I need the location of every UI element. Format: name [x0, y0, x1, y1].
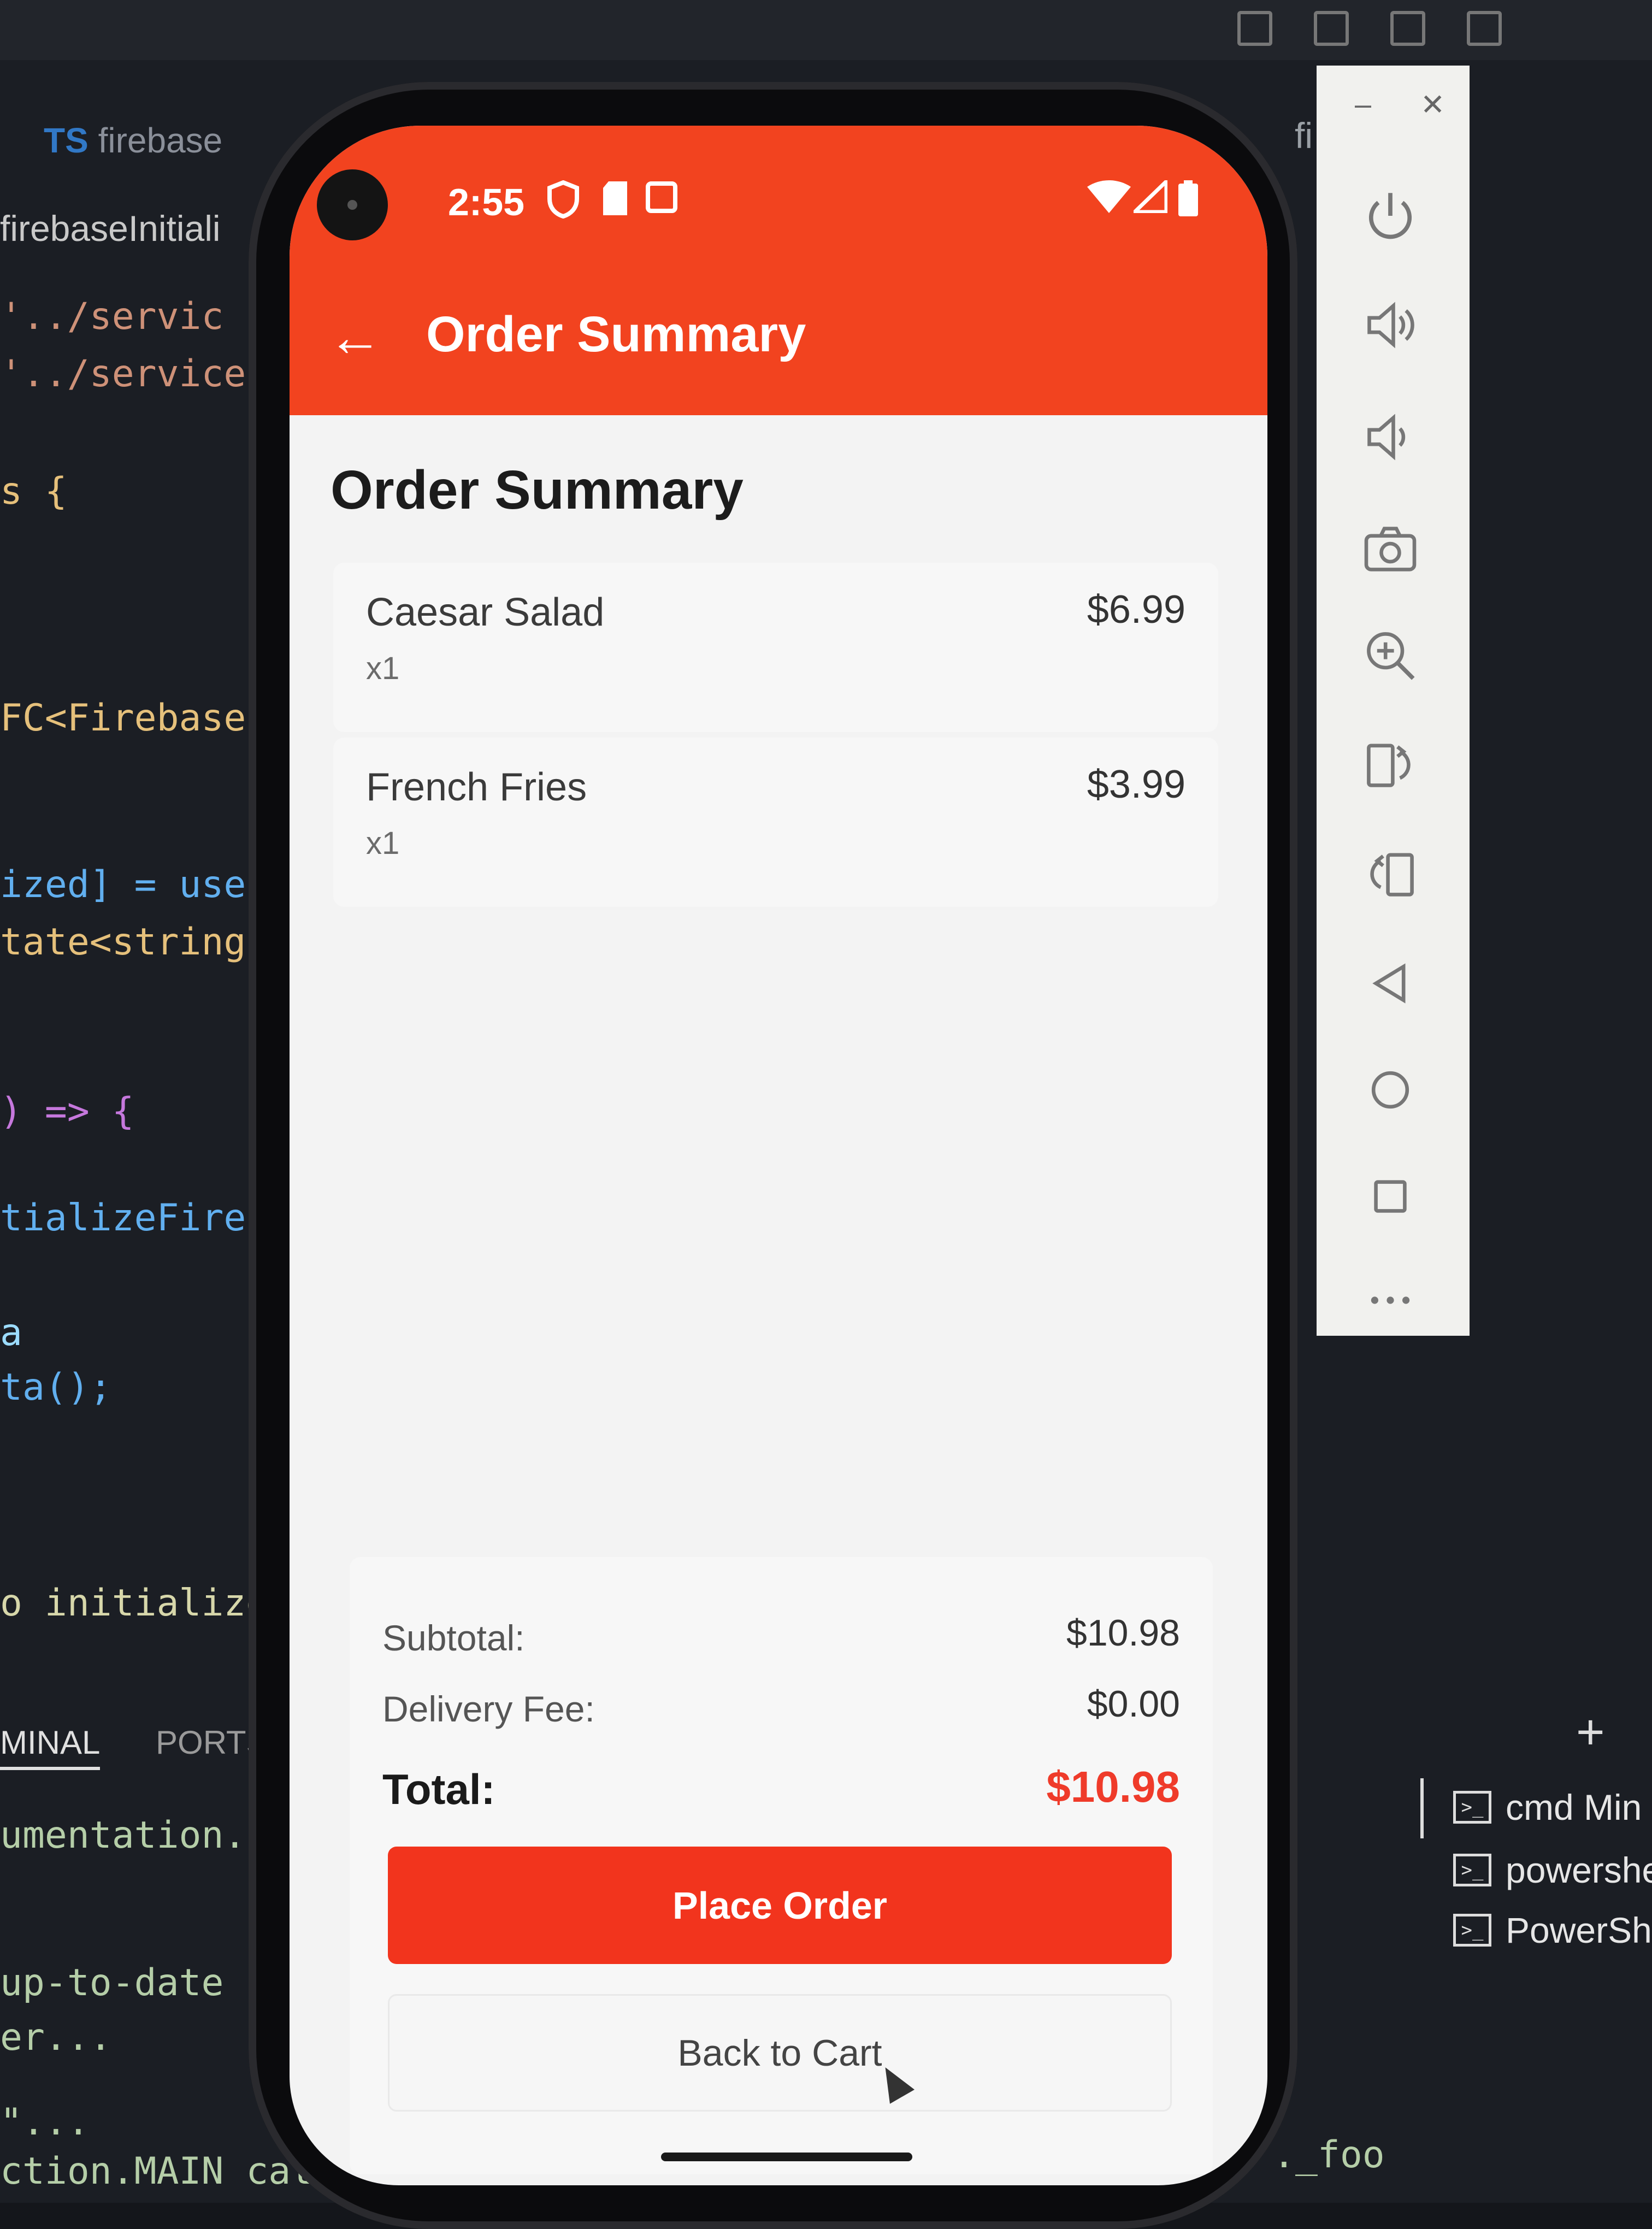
terminal-line: ction.MAIN cat: [0, 2150, 314, 2193]
item-price: $6.99: [1087, 588, 1185, 632]
minimize-icon[interactable]: –: [1355, 87, 1371, 121]
close-icon[interactable]: ✕: [1420, 87, 1445, 122]
new-terminal-icon[interactable]: +: [1576, 1705, 1605, 1761]
layout-icon[interactable]: [1237, 11, 1272, 46]
delivery-fee-label: Delivery Fee:: [382, 1689, 595, 1729]
toggle-panel-icon[interactable]: [1390, 11, 1425, 46]
home-icon[interactable]: [1349, 1060, 1431, 1120]
sd-card-icon: [601, 180, 629, 225]
back-to-cart-button[interactable]: Back to Cart: [388, 1994, 1172, 2112]
code-line: tializeFires: [0, 1196, 269, 1240]
editor-fragment: fi: [1295, 115, 1313, 156]
rotate-left-icon[interactable]: [1349, 844, 1431, 904]
toggle-sidebar-icon[interactable]: [1314, 11, 1349, 46]
terminal-icon: >_: [1453, 1854, 1491, 1886]
place-order-button[interactable]: Place Order: [388, 1847, 1172, 1964]
rotate-right-icon[interactable]: [1349, 735, 1431, 795]
terminal-line: ._foo: [1273, 2133, 1385, 2177]
item-price: $3.99: [1087, 763, 1185, 806]
screen-icon: [645, 180, 678, 222]
terminal-list-item[interactable]: >_ powershe: [1453, 1849, 1652, 1891]
order-totals-card: Subtotal: $10.98 Delivery Fee: $0.00 Tot…: [350, 1557, 1213, 2174]
back-arrow-icon[interactable]: ←: [328, 306, 382, 369]
toggle-secondary-sidebar-icon[interactable]: [1467, 11, 1502, 46]
delivery-fee-value: $0.00: [1087, 1683, 1180, 1725]
code-line: ta();: [0, 1366, 112, 1409]
power-icon[interactable]: [1349, 186, 1431, 246]
home-indicator[interactable]: [661, 2153, 912, 2161]
overview-icon[interactable]: [1349, 1166, 1431, 1226]
terminal-line: er...: [0, 2016, 112, 2059]
battery-icon: [1177, 180, 1199, 225]
cell-signal-icon: [1130, 176, 1169, 221]
terminal-icon: >_: [1453, 1914, 1491, 1947]
volume-up-icon[interactable]: [1349, 295, 1431, 355]
subtotal-value: $10.98: [1066, 1612, 1180, 1654]
subtotal-label: Subtotal:: [382, 1618, 525, 1658]
status-time: 2:55: [448, 181, 525, 223]
item-name: Caesar Salad: [366, 591, 605, 634]
editor-tab[interactable]: TS firebase: [44, 120, 222, 161]
item-quantity: x1: [366, 825, 400, 861]
tab-terminal[interactable]: MINAL: [0, 1724, 101, 1770]
order-item: Caesar Salad x1 $6.99: [333, 563, 1218, 732]
terminal-line: umentation.: [0, 1814, 246, 1857]
vscode-title-bar: [0, 0, 1652, 60]
code-line: tate<string: [0, 921, 246, 964]
app-bar: 2:55 ← Order Summary: [290, 126, 1267, 415]
terminal-list-item[interactable]: >_ cmd Min: [1453, 1786, 1642, 1828]
page-title: Order Summary: [331, 459, 744, 521]
terminal-list-item[interactable]: >_PowerShe: [1453, 1909, 1652, 1951]
editor-breadcrumb: firebaseInitiali: [0, 208, 221, 249]
volume-down-icon[interactable]: [1349, 407, 1431, 467]
back-icon[interactable]: [1349, 953, 1431, 1013]
terminal-icon: >_: [1453, 1791, 1491, 1824]
shield-icon: [546, 180, 580, 227]
code-line: ized] = useS: [0, 863, 269, 906]
code-line: s {: [0, 470, 67, 513]
item-name: French Fries: [366, 765, 587, 809]
zoom-in-icon[interactable]: [1349, 626, 1431, 686]
emulator-toolbar: – ✕: [1317, 66, 1470, 1336]
phone-screen: 2:55 ← Order Summary Order Summary Caesa…: [290, 126, 1267, 2185]
code-line: '../servic: [0, 295, 224, 338]
code-line: FC<Firebase: [0, 697, 246, 740]
code-line: ) => {: [0, 1090, 134, 1133]
terminal-line: up-to-date: [0, 1961, 224, 2004]
code-line: o initialize: [0, 1582, 269, 1625]
camera-icon[interactable]: [1349, 519, 1431, 579]
item-quantity: x1: [366, 651, 400, 686]
terminal-line: "...: [0, 2101, 90, 2144]
order-item: French Fries x1 $3.99: [333, 738, 1218, 907]
app-bar-title: Order Summary: [426, 306, 806, 362]
code-line: '../service: [0, 352, 246, 396]
front-camera: [317, 169, 388, 240]
total-value: $10.98: [1046, 1762, 1180, 1811]
wifi-icon: [1087, 180, 1131, 221]
more-icon[interactable]: [1349, 1270, 1431, 1330]
code-line: a: [0, 1311, 22, 1354]
total-label: Total:: [382, 1765, 495, 1813]
terminal-list-divider: [1420, 1778, 1424, 1838]
